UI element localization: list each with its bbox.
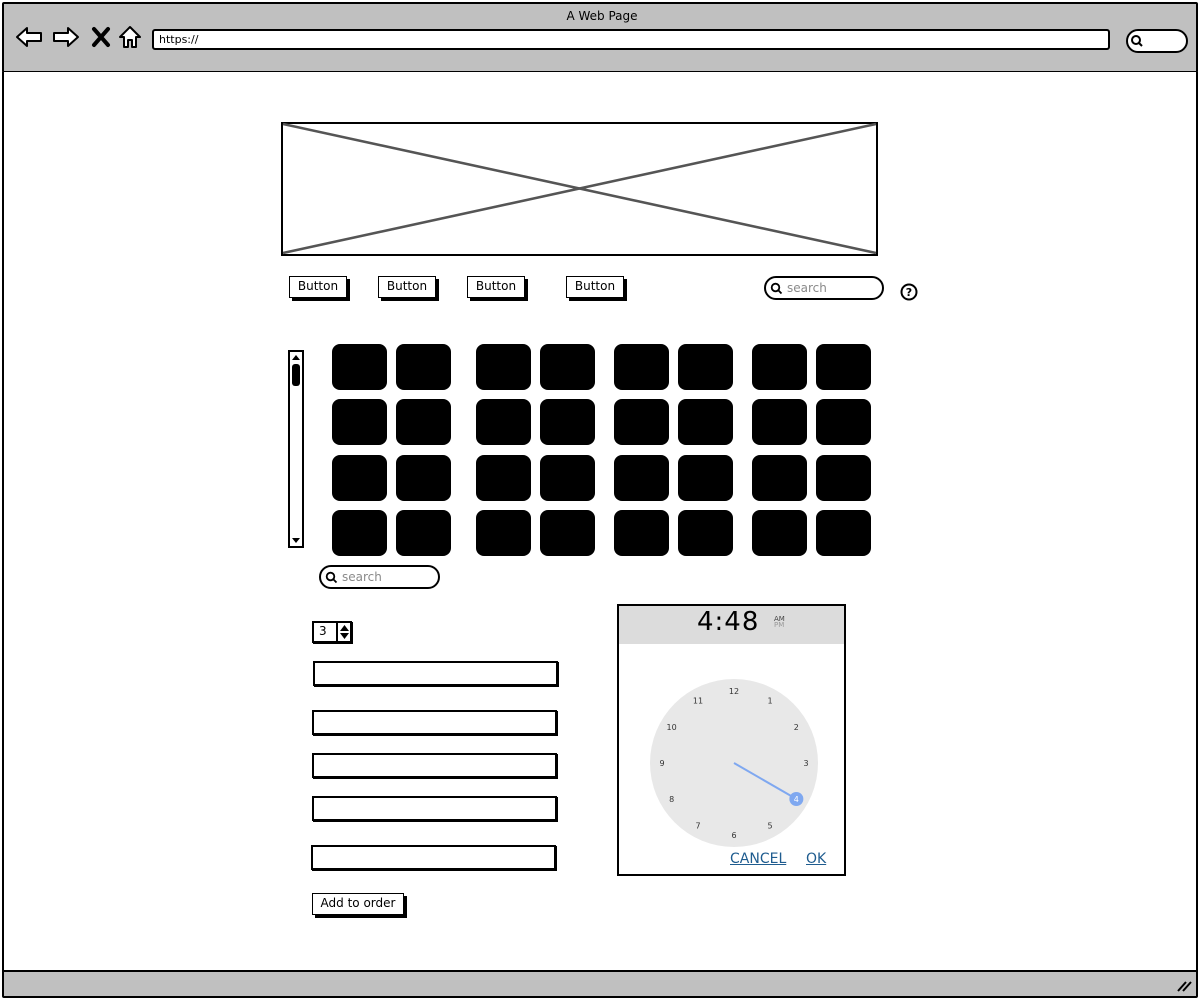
grid-tile[interactable] [614,510,669,556]
clock-hour-7[interactable]: 7 [695,821,700,830]
grid-tile[interactable] [540,344,595,390]
grid-tile[interactable] [476,455,531,501]
toolbar-button-3[interactable]: Button [467,276,525,298]
image-placeholder [281,122,878,256]
grid-tile[interactable] [678,344,733,390]
clock-hour-5[interactable]: 5 [767,821,772,830]
search-placeholder: search [787,281,827,295]
home-icon[interactable] [115,22,145,52]
grid-tile[interactable] [752,510,807,556]
search-placeholder: search [342,570,382,584]
toolbar-button-1[interactable]: Button [289,276,347,298]
grid-tile[interactable] [476,510,531,556]
grid-tile[interactable] [396,344,451,390]
grid-tile[interactable] [816,344,871,390]
grid-tile[interactable] [396,455,451,501]
clock-hour-3[interactable]: 3 [803,759,808,768]
time-picker-header: 4:48 AM PM [619,606,844,644]
grid-tile[interactable] [614,344,669,390]
scrollbar-thumb[interactable] [292,364,300,386]
toolbar-search-input[interactable]: search [764,276,884,300]
form-field-5[interactable] [311,845,556,870]
form-field-2[interactable] [312,710,557,735]
grid-tile[interactable] [614,455,669,501]
clock-face[interactable]: 121234567891011 [649,678,819,848]
svg-text:?: ? [906,286,912,299]
toolbar-button-2[interactable]: Button [378,276,436,298]
quantity-stepper[interactable]: 3 [312,621,352,643]
quantity-value: 3 [319,624,327,638]
grid-tile[interactable] [816,455,871,501]
clock-hour-6[interactable]: 6 [731,831,736,840]
help-icon[interactable]: ? [899,282,919,302]
grid-tile[interactable] [752,399,807,445]
grid-tile[interactable] [332,344,387,390]
time-picker: 4:48 AM PM 12 1 2 3 4 5 6 7 8 9 10 11 CANCEL OK [617,604,846,876]
status-bar [2,970,1198,998]
ok-button[interactable]: OK [806,851,826,867]
clock-hour-2[interactable]: 2 [794,723,799,732]
toolbar-button-4[interactable]: Button [566,276,624,298]
add-to-order-button[interactable]: Add to order [312,893,404,915]
clock-hour-1[interactable]: 1 [767,697,772,706]
clock-hour-4[interactable]: 4 [794,795,799,804]
grid-tile[interactable] [678,510,733,556]
grid-tile[interactable] [540,510,595,556]
window-title: A Web Page [566,9,638,23]
search-icon [325,571,338,583]
grid-tile[interactable] [614,399,669,445]
url-bar[interactable]: https:// [152,29,1110,50]
grid-tile[interactable] [476,399,531,445]
grid-tile[interactable] [332,399,387,445]
search-icon [770,282,783,294]
browser-search-field[interactable] [1126,29,1188,53]
grid-tile[interactable] [332,455,387,501]
clock-hour-12[interactable]: 12 [729,687,739,696]
vertical-scrollbar[interactable] [288,350,304,548]
grid-tile[interactable] [476,344,531,390]
cancel-button[interactable]: CANCEL [730,851,786,867]
stepper-arrows-icon[interactable] [339,624,350,640]
form-field-4[interactable] [312,796,557,821]
scroll-down-icon[interactable] [291,537,301,545]
resize-grip-icon[interactable] [1176,978,1192,992]
search-icon [1131,35,1143,47]
grid-tile[interactable] [752,344,807,390]
form-field-3[interactable] [312,753,557,778]
grid-tile[interactable] [678,455,733,501]
grid-search-input[interactable]: search [319,565,440,589]
grid-tile[interactable] [540,455,595,501]
clock-hour-10[interactable]: 10 [667,723,677,732]
stop-icon[interactable] [86,22,116,52]
forward-icon[interactable] [51,22,81,52]
form-field-1[interactable] [313,661,558,686]
selected-time: 4:48 [697,607,760,637]
clock-hour-11[interactable]: 11 [693,697,703,706]
grid-tile[interactable] [752,455,807,501]
grid-tile[interactable] [332,510,387,556]
pm-toggle[interactable]: PM [774,622,784,629]
grid-tile[interactable] [396,399,451,445]
scroll-up-icon[interactable] [291,353,301,361]
clock-hour-8[interactable]: 8 [669,795,674,804]
grid-tile[interactable] [396,510,451,556]
grid-tile[interactable] [540,399,595,445]
grid-tile[interactable] [816,399,871,445]
back-icon[interactable] [14,22,44,52]
grid-tile[interactable] [678,399,733,445]
clock-hour-9[interactable]: 9 [659,759,664,768]
grid-tile[interactable] [816,510,871,556]
